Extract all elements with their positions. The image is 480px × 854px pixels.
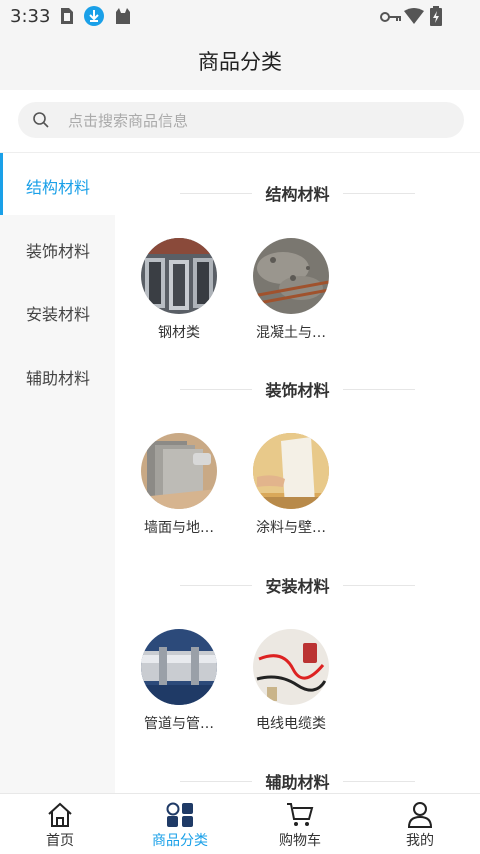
status-bar: 3:33	[0, 0, 480, 32]
search-placeholder: 点击搜索商品信息	[68, 112, 189, 130]
category-item-label: 钢材类	[158, 325, 200, 341]
tab-label: 我的	[406, 833, 434, 849]
tile-image	[141, 433, 217, 509]
search-icon	[32, 111, 50, 133]
user-icon	[406, 802, 434, 832]
cart-icon	[286, 802, 314, 832]
sidebar-item-label: 辅助材料	[26, 369, 91, 388]
steel-image	[141, 238, 217, 314]
section-title: 安装材料	[265, 577, 330, 596]
active-indicator	[0, 153, 3, 215]
title-bar: 商品分类	[0, 32, 480, 90]
sim-card-icon	[60, 7, 74, 29]
tab-home[interactable]: 首页	[0, 794, 120, 854]
section-title: 装饰材料	[265, 381, 330, 400]
category-item-pipes[interactable]: 管道与管…	[129, 629, 229, 739]
category-item-label: 墙面与地…	[144, 520, 214, 536]
battery-icon	[430, 6, 442, 30]
search-area: 点击搜索商品信息	[0, 90, 480, 153]
key-icon	[380, 9, 402, 28]
cat-app-icon	[114, 7, 132, 29]
tab-category[interactable]: 商品分类	[120, 794, 240, 854]
category-content: 结构材料 钢材类 混凝土与… 装饰材料 墙面与地… 涂料与壁… 安装材料 管道与…	[115, 153, 480, 793]
bottom-tab-bar: 首页 商品分类 购物车 我的	[0, 793, 480, 854]
section-title: 辅助材料	[265, 773, 330, 792]
sidebar-item-auxiliary[interactable]: 辅助材料	[0, 344, 115, 406]
category-item-steel[interactable]: 钢材类	[129, 238, 229, 348]
wallpaper-image	[253, 433, 329, 509]
sidebar-item-decoration[interactable]: 装饰材料	[0, 217, 115, 279]
category-item-concrete[interactable]: 混凝土与…	[241, 238, 341, 348]
category-item-label: 电线电缆类	[256, 716, 326, 732]
sidebar-item-structural[interactable]: 结构材料	[0, 153, 115, 215]
section-header-structural: 结构材料	[115, 181, 480, 205]
tab-label: 购物车	[279, 833, 321, 849]
section-header-installation: 安装材料	[115, 573, 480, 597]
sidebar-item-label: 结构材料	[26, 178, 91, 197]
category-item-paint-wallpaper[interactable]: 涂料与壁…	[241, 433, 341, 543]
sidebar-item-installation[interactable]: 安装材料	[0, 280, 115, 342]
section-header-auxiliary: 辅助材料	[115, 769, 480, 793]
status-time: 3:33	[10, 6, 51, 27]
download-icon	[84, 6, 104, 30]
pipe-image	[141, 629, 217, 705]
sidebar-item-label: 装饰材料	[26, 242, 91, 261]
page-title: 商品分类	[198, 50, 282, 74]
section-title: 结构材料	[265, 185, 330, 204]
tab-label: 首页	[46, 833, 74, 849]
wifi-icon	[404, 8, 424, 28]
tab-cart[interactable]: 购物车	[240, 794, 360, 854]
category-item-label: 混凝土与…	[256, 325, 326, 341]
sidebar-item-label: 安装材料	[26, 305, 91, 324]
section-header-decoration: 装饰材料	[115, 377, 480, 401]
category-item-label: 管道与管…	[144, 716, 214, 732]
search-input[interactable]: 点击搜索商品信息	[18, 102, 464, 138]
category-item-wires-cables[interactable]: 电线电缆类	[241, 629, 341, 739]
category-sidebar: 结构材料 装饰材料 安装材料 辅助材料	[0, 153, 115, 793]
tab-profile[interactable]: 我的	[360, 794, 480, 854]
category-icon	[166, 802, 194, 832]
cable-image	[253, 629, 329, 705]
home-icon	[46, 802, 74, 832]
category-item-wall-floor[interactable]: 墙面与地…	[129, 433, 229, 543]
tab-label: 商品分类	[152, 833, 208, 849]
category-item-label: 涂料与壁…	[256, 520, 326, 536]
concrete-image	[253, 238, 329, 314]
